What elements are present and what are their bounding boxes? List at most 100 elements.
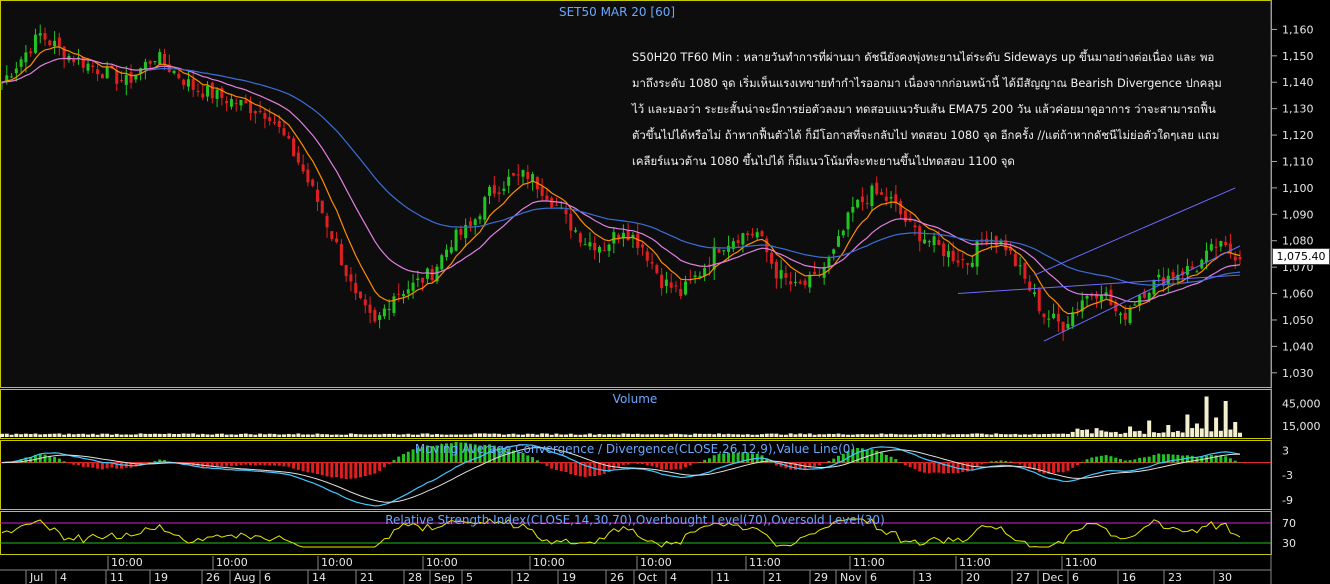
macd-histogram-bar — [569, 462, 573, 475]
macd-histogram-bar — [913, 462, 917, 469]
volume-bar — [678, 434, 683, 437]
macd-histogram-bar — [382, 462, 386, 468]
candle-body — [387, 309, 391, 311]
volume-bar — [960, 434, 965, 437]
candle-body — [899, 201, 903, 215]
candle-body — [578, 233, 582, 243]
volume-bar — [1185, 414, 1190, 437]
macd-histogram-bar — [1119, 458, 1123, 463]
date-label: 6 — [870, 571, 877, 584]
volume-bar — [454, 434, 459, 437]
volume-bar — [262, 434, 267, 437]
candle-body — [593, 242, 597, 251]
volume-bar — [129, 434, 134, 437]
candle-body — [774, 261, 778, 279]
macd-histogram-bar — [927, 462, 931, 474]
macd-histogram-bar — [1109, 456, 1113, 463]
candle-body — [229, 99, 233, 107]
candle-body — [1018, 265, 1022, 267]
candle-body — [808, 274, 812, 288]
macd-histogram-bar — [554, 462, 558, 471]
macd-histogram-bar — [277, 462, 281, 466]
candle-body — [287, 135, 291, 139]
intraday-label: 11:00 — [749, 556, 781, 569]
candle-body — [292, 138, 296, 157]
macd-histogram-bar — [1071, 462, 1075, 468]
candle-body — [755, 232, 759, 238]
date-label: 29 — [814, 571, 828, 584]
candle-body — [153, 61, 157, 63]
volume-bar — [846, 434, 851, 437]
candle-body — [736, 240, 740, 243]
volume-bar — [635, 433, 640, 437]
macd-histogram-bar — [1104, 455, 1108, 463]
candle-body — [143, 61, 147, 70]
intraday-label: 10:00 — [640, 556, 672, 569]
volume-bar — [984, 434, 989, 437]
volume-bar — [903, 434, 908, 437]
volume-bar — [879, 433, 884, 437]
volume-bar — [731, 434, 736, 437]
macd-histogram-bar — [588, 462, 592, 477]
volume-bar — [726, 433, 731, 437]
candle-body — [511, 172, 515, 176]
macd-histogram-bar — [894, 459, 898, 463]
candle-body — [1195, 271, 1199, 273]
candle-body — [750, 233, 754, 236]
candle-body — [277, 120, 281, 127]
candle-body — [684, 281, 688, 295]
candle-body — [186, 79, 190, 87]
volume-bar — [430, 434, 435, 437]
macd-histogram-bar — [631, 462, 635, 464]
candle-body — [354, 282, 358, 294]
candle-body — [717, 249, 721, 253]
volume-bar — [1175, 430, 1180, 437]
candle-body — [358, 291, 362, 299]
candle-body — [1228, 243, 1232, 254]
volume-bar — [434, 433, 439, 437]
candle-body — [339, 244, 343, 266]
volume-bar — [779, 434, 784, 437]
date-label: 30 — [1218, 571, 1232, 584]
candle-body — [196, 91, 200, 93]
candle-body — [516, 174, 520, 176]
volume-bar — [224, 434, 229, 437]
candle-body — [507, 176, 511, 186]
macd-histogram-bar — [1061, 462, 1065, 473]
date-label: 27 — [1016, 571, 1030, 584]
volume-bar — [296, 433, 301, 437]
date-label: 5 — [466, 571, 473, 584]
volume-bar — [740, 434, 745, 437]
volume-bar — [535, 434, 540, 437]
macd-histogram-bar — [770, 461, 774, 463]
candle-body — [1071, 312, 1075, 327]
macd-histogram-bar — [664, 462, 668, 470]
macd-histogram-bar — [392, 460, 396, 463]
volume-bar — [143, 433, 148, 437]
candle-body — [913, 225, 917, 228]
candle-body — [712, 246, 716, 270]
volume-bar — [908, 434, 913, 437]
candle-body — [272, 122, 276, 124]
macd-histogram-bar — [1162, 454, 1166, 463]
candle-body — [1233, 256, 1237, 261]
volume-bar — [133, 434, 138, 437]
volume-bar — [1104, 431, 1109, 437]
macd-histogram-bar — [712, 455, 716, 463]
macd-histogram-bar — [989, 461, 993, 463]
volume-bar — [4, 433, 9, 437]
volume-bar — [831, 434, 836, 437]
candle-body — [856, 199, 860, 208]
macd-histogram-bar — [1128, 460, 1132, 463]
intraday-label: 10:00 — [216, 556, 248, 569]
macd-histogram-bar — [1009, 461, 1013, 463]
volume-bar — [721, 434, 726, 437]
volume-bar — [932, 433, 937, 437]
volume-bar — [602, 434, 607, 437]
macd-histogram-bar — [1037, 462, 1041, 473]
volume-bar — [1223, 401, 1228, 437]
volume-bar — [917, 434, 922, 437]
analysis-annotation: S50H20 TF60 Min : หลายวันทำการที่ผ่านมา … — [632, 50, 1222, 168]
date-label: 21 — [768, 571, 782, 584]
volume-bar — [277, 434, 282, 437]
